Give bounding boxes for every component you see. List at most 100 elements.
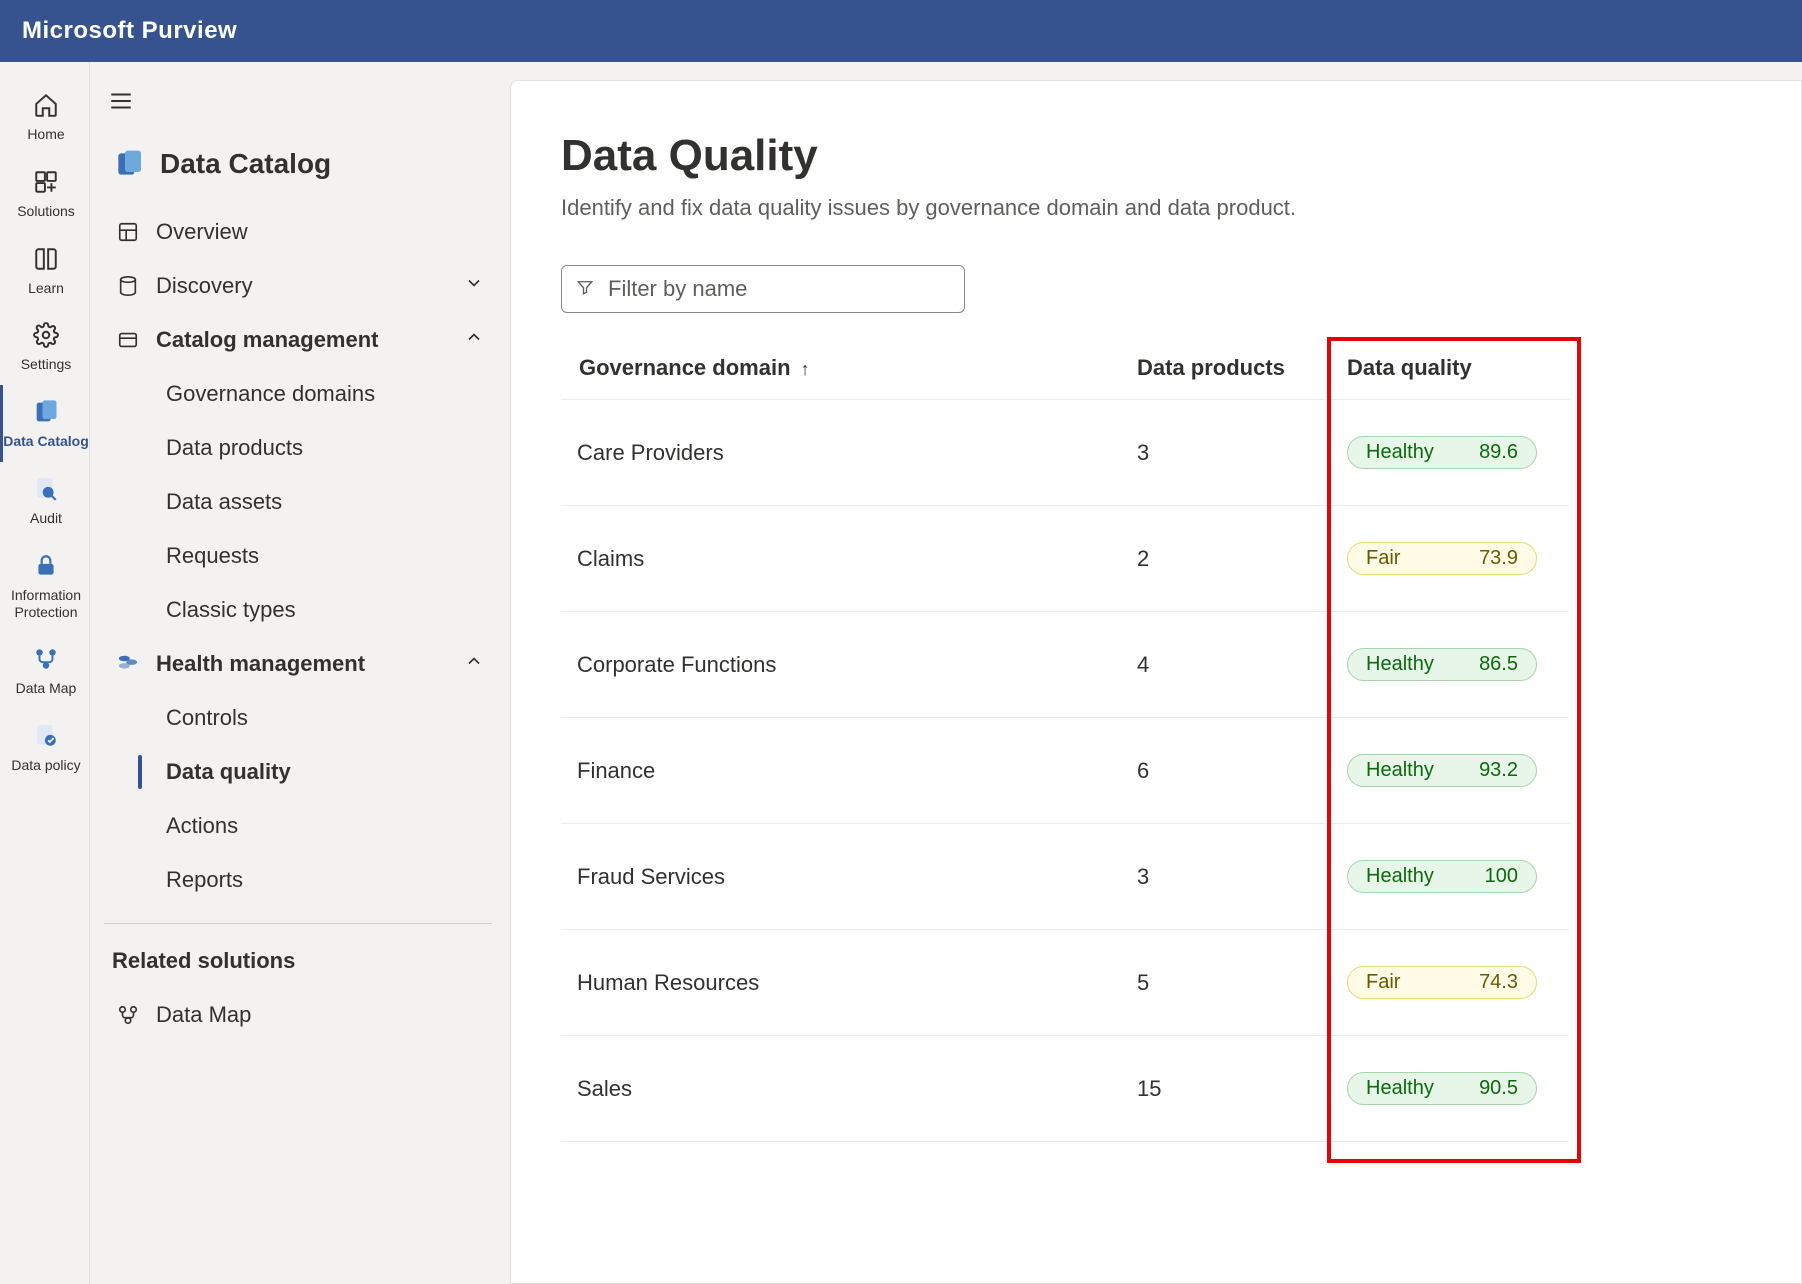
content-card: Data Quality Identify and fix data quali…	[510, 80, 1802, 1284]
app-title: Microsoft Purview	[22, 17, 237, 45]
cell-domain: Claims	[561, 506, 1121, 612]
hamburger-button[interactable]	[104, 84, 492, 137]
nav-sub-item[interactable]: Actions	[158, 799, 492, 853]
rail-solutions[interactable]: Solutions	[0, 155, 90, 232]
table-row[interactable]: Care Providers3Healthy89.6	[561, 400, 1569, 506]
page-title: Data Quality	[561, 131, 1751, 181]
main-layout: Home Solutions Learn Settings Data Catal…	[0, 62, 1802, 1284]
quality-status: Healthy	[1366, 1077, 1434, 1100]
nav-health-management[interactable]: Health management	[104, 637, 492, 691]
rail-label: Home	[27, 126, 64, 143]
rail-data-catalog[interactable]: Data Catalog	[0, 385, 90, 462]
rail-label: Data policy	[11, 757, 80, 774]
col-data-quality[interactable]: Data quality	[1331, 337, 1569, 400]
cell-products: 2	[1121, 506, 1331, 612]
nav-label: Discovery	[156, 273, 253, 299]
cell-products: 15	[1121, 1036, 1331, 1142]
overview-icon	[114, 221, 142, 243]
nav-label: Health management	[156, 651, 365, 677]
nav-overview[interactable]: Overview	[104, 205, 492, 259]
nav-label: Data quality	[166, 759, 291, 785]
table-header-row: Governance domain ↑ Data products Data q…	[561, 337, 1569, 400]
cell-quality: Healthy89.6	[1331, 400, 1569, 506]
cell-domain: Corporate Functions	[561, 612, 1121, 718]
rail-information-protection[interactable]: Information Protection	[0, 539, 90, 633]
sort-ascending-icon: ↑	[801, 359, 810, 379]
divider	[104, 923, 492, 924]
quality-score: 90.5	[1479, 1077, 1518, 1100]
chevron-up-icon	[464, 651, 484, 677]
rail-audit[interactable]: Audit	[0, 462, 90, 539]
catalog-icon	[32, 397, 60, 427]
nav-label: Governance domains	[166, 381, 375, 407]
rail-learn[interactable]: Learn	[0, 232, 90, 309]
lock-icon	[33, 551, 59, 581]
left-rail: Home Solutions Learn Settings Data Catal…	[0, 62, 90, 1284]
chevron-up-icon	[464, 327, 484, 353]
nav-catalog-management[interactable]: Catalog management	[104, 313, 492, 367]
map-icon	[114, 1004, 142, 1026]
domains-table: Governance domain ↑ Data products Data q…	[561, 337, 1569, 1142]
cell-quality: Healthy 90.5	[1331, 1036, 1569, 1142]
table-row[interactable]: Corporate Functions4Healthy86.5	[561, 612, 1569, 718]
card-icon	[114, 329, 142, 351]
policy-icon	[33, 721, 59, 751]
cell-products: 3	[1121, 824, 1331, 930]
cell-quality: Healthy86.5	[1331, 612, 1569, 718]
nav-label: Controls	[166, 705, 248, 731]
cell-products: 5	[1121, 930, 1331, 1036]
quality-pill: Healthy100	[1347, 860, 1537, 893]
health-icon	[114, 653, 142, 675]
nav-sub-item[interactable]: Reports	[158, 853, 492, 907]
cell-domain: Fraud Services	[561, 824, 1121, 930]
cell-products: 6	[1121, 718, 1331, 824]
table-row[interactable]: Finance6Healthy93.2	[561, 718, 1569, 824]
nav-sub-item[interactable]: Data products	[158, 421, 492, 475]
rail-label: Data Map	[16, 680, 77, 697]
quality-pill: Healthy89.6	[1347, 436, 1537, 469]
rail-label: Learn	[28, 280, 64, 297]
cell-domain: Sales	[561, 1036, 1121, 1142]
rail-data-policy[interactable]: Data policy	[0, 709, 90, 786]
rail-settings[interactable]: Settings	[0, 308, 90, 385]
cell-products: 4	[1121, 612, 1331, 718]
nav-label: Data assets	[166, 489, 282, 515]
rail-label: Data Catalog	[3, 433, 89, 450]
chevron-down-icon	[464, 273, 484, 299]
filter-input[interactable]	[608, 276, 950, 302]
nav-label: Actions	[166, 813, 238, 839]
rail-data-map[interactable]: Data Map	[0, 632, 90, 709]
nav-sub-item[interactable]: Governance domains	[158, 367, 492, 421]
nav-discovery[interactable]: Discovery	[104, 259, 492, 313]
nav-sub-item[interactable]: Classic types	[158, 583, 492, 637]
audit-icon	[33, 474, 59, 504]
quality-status: Fair	[1366, 547, 1400, 570]
nav-label: Catalog management	[156, 327, 379, 353]
nav-sub-item[interactable]: Requests	[158, 529, 492, 583]
table-row[interactable]: Human Resources5Fair74.3	[561, 930, 1569, 1036]
filter-by-name[interactable]	[561, 265, 965, 313]
col-governance-domain[interactable]: Governance domain ↑	[561, 337, 1121, 400]
nav-related-data-map[interactable]: Data Map	[104, 988, 492, 1042]
rail-label: Information Protection	[3, 587, 90, 621]
quality-pill: Fair74.3	[1347, 966, 1537, 999]
quality-pill: Fair73.9	[1347, 542, 1537, 575]
nav-sub-item[interactable]: Data assets	[158, 475, 492, 529]
nav-sub-item[interactable]: Controls	[158, 691, 492, 745]
filter-icon	[576, 278, 608, 301]
quality-score: 89.6	[1479, 441, 1518, 464]
col-label: Governance domain	[579, 355, 791, 380]
quality-pill: Healthy 90.5	[1347, 1072, 1537, 1105]
cell-quality: Fair73.9	[1331, 506, 1569, 612]
nav-label: Data Map	[156, 1002, 251, 1028]
grid-icon	[33, 167, 59, 197]
table-row[interactable]: Fraud Services3 Healthy100	[561, 824, 1569, 930]
table-row[interactable]: Claims2 Fair73.9	[561, 506, 1569, 612]
rail-home[interactable]: Home	[0, 78, 90, 155]
col-data-products[interactable]: Data products	[1121, 337, 1331, 400]
table-row[interactable]: Sales15 Healthy 90.5	[561, 1036, 1569, 1142]
catalog-icon	[112, 147, 146, 181]
rail-label: Audit	[30, 510, 62, 527]
rail-label: Settings	[21, 356, 72, 373]
nav-sub-item[interactable]: Data quality	[158, 745, 492, 799]
